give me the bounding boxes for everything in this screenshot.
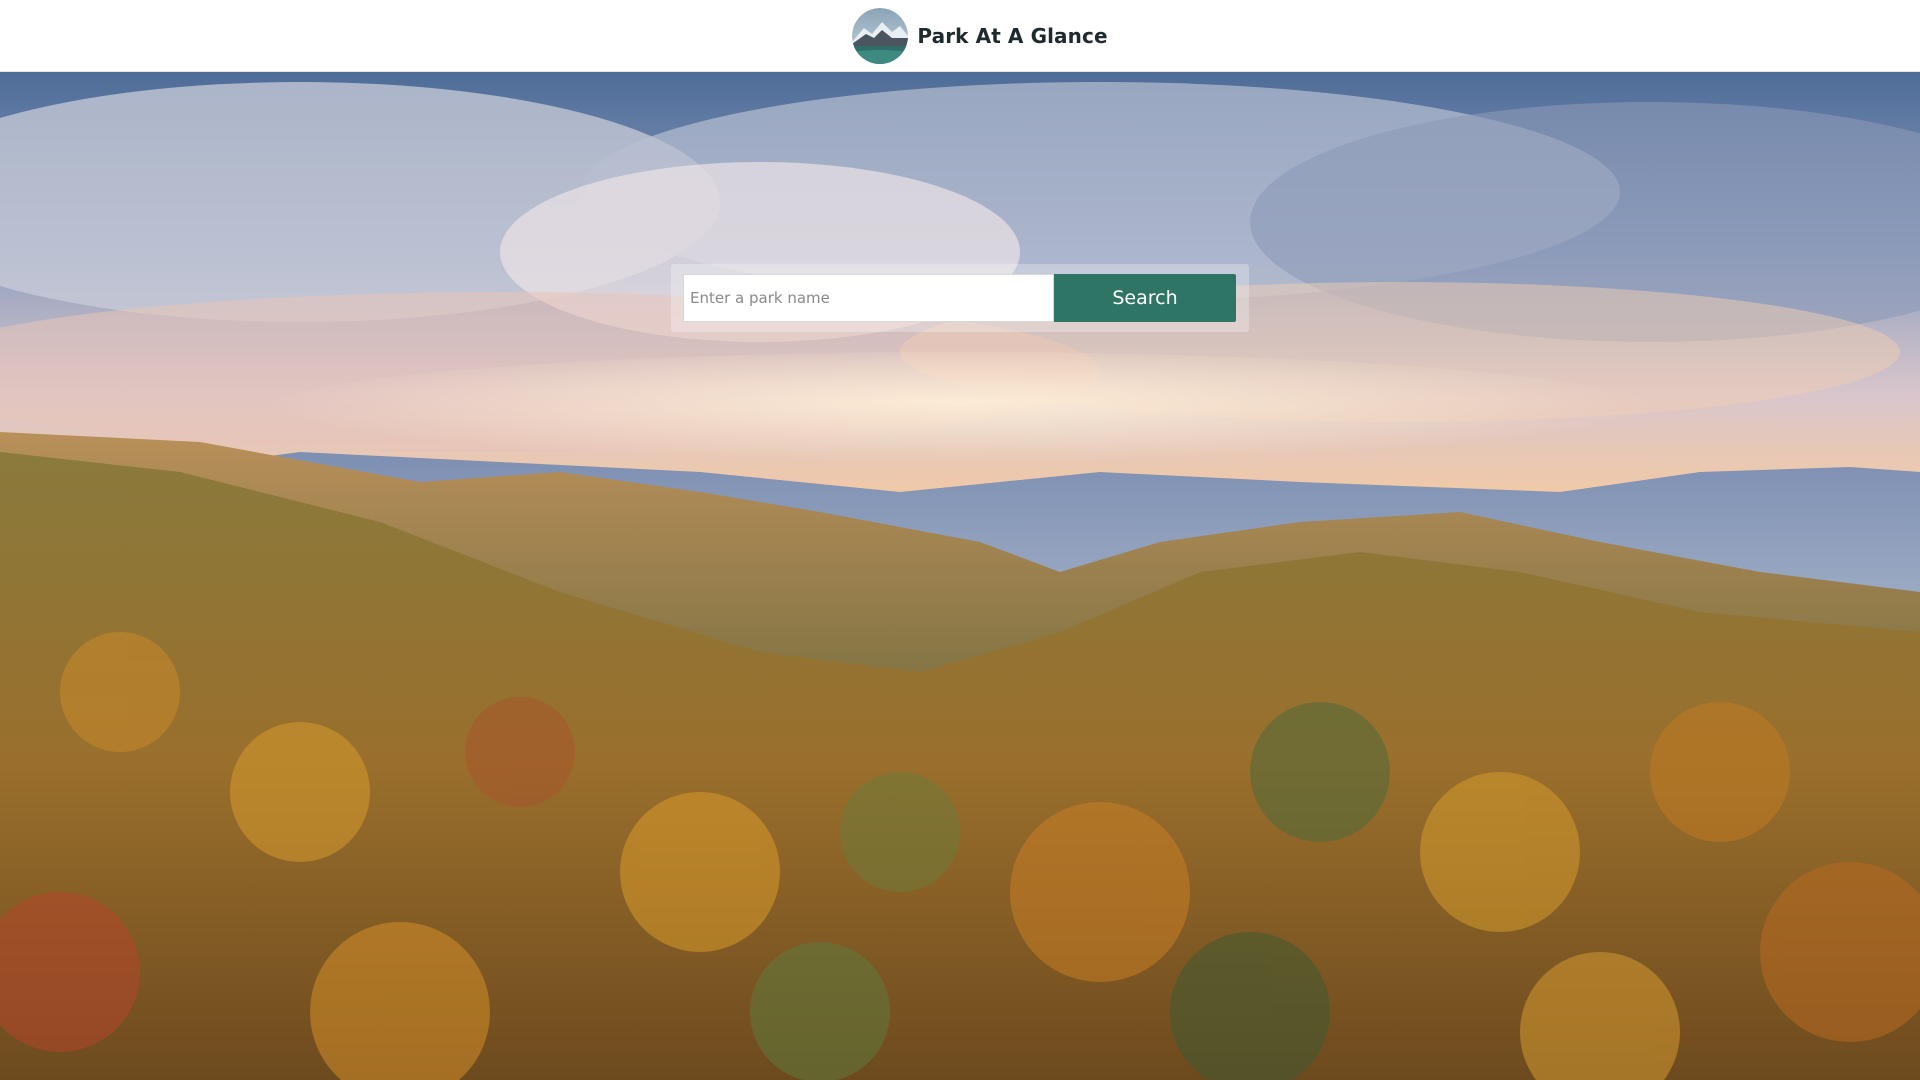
search-panel: Search — [671, 264, 1249, 332]
brand[interactable]: Park At A Glance — [852, 7, 1108, 64]
search-button[interactable]: Search — [1054, 274, 1236, 322]
mountain-lake-logo-icon — [852, 7, 909, 64]
park-search-input[interactable] — [683, 274, 1054, 322]
hero-section: Search — [0, 72, 1920, 1080]
site-header: Park At A Glance — [0, 0, 1920, 72]
hero-landscape-image — [0, 72, 1920, 1080]
site-title: Park At A Glance — [917, 23, 1108, 48]
